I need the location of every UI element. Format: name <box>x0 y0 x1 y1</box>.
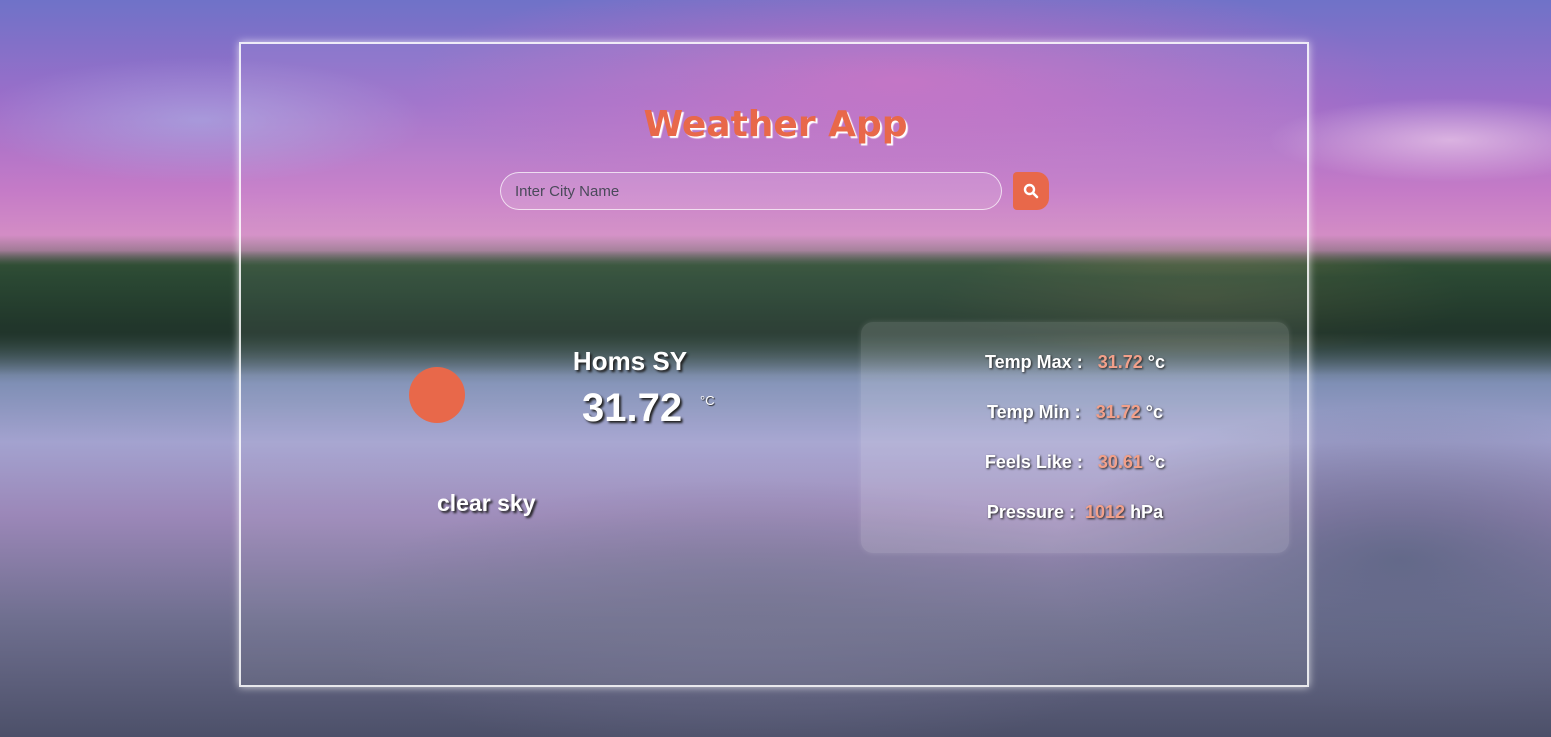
detail-label: Temp Min : <box>987 402 1081 422</box>
detail-value: 1012 <box>1085 502 1126 522</box>
detail-label: Pressure : <box>986 502 1075 522</box>
detail-value: 31.72 <box>1097 352 1143 372</box>
detail-label: Feels Like : <box>984 452 1083 472</box>
detail-label: Temp Max : <box>985 352 1083 372</box>
detail-value: 30.61 <box>1097 452 1143 472</box>
search-button[interactable] <box>1013 172 1049 210</box>
temperature-unit: °C <box>700 393 715 408</box>
app-title: Weather App <box>643 104 908 145</box>
details-panel: Temp Max : 31.72 °c Temp Min : 31.72 °c … <box>861 322 1289 553</box>
detail-row-temp-max: Temp Max : 31.72 °c <box>861 352 1289 373</box>
detail-row-pressure: Pressure : 1012 hPa <box>861 502 1289 523</box>
detail-unit: °c <box>1147 452 1166 472</box>
sun-icon <box>409 367 465 423</box>
city-search-input[interactable] <box>500 172 1002 210</box>
detail-row-temp-min: Temp Min : 31.72 °c <box>861 402 1289 423</box>
detail-unit: hPa <box>1130 502 1164 522</box>
detail-value: 31.72 <box>1095 402 1141 422</box>
detail-unit: °c <box>1147 352 1165 372</box>
detail-unit: °c <box>1145 402 1163 422</box>
city-name: Homs SY <box>572 346 688 376</box>
search-icon <box>1023 183 1039 199</box>
weather-description: clear sky <box>437 490 536 516</box>
current-temperature: 31.72 <box>582 386 683 430</box>
detail-row-feels-like: Feels Like : 30.61 °c <box>861 452 1289 473</box>
